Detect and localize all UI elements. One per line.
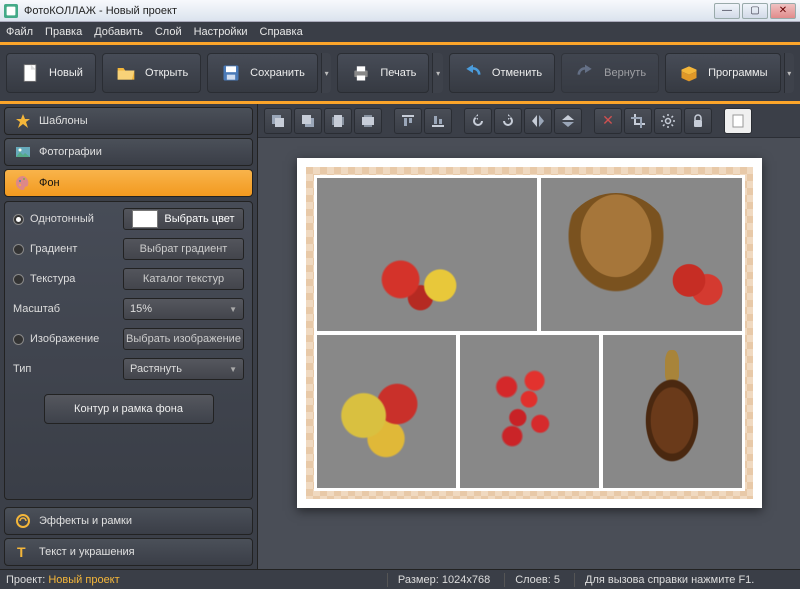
pick-image-button[interactable]: Выбрать изображение — [123, 328, 244, 350]
collage-frame — [306, 167, 753, 499]
star-icon — [15, 113, 31, 129]
delete-button[interactable]: ✕ — [594, 108, 622, 134]
texture-catalog-button[interactable]: Каталог текстур — [123, 268, 244, 290]
sidebar-tab-background[interactable]: Фон — [4, 169, 253, 197]
photo-slot-2[interactable] — [541, 178, 741, 331]
menu-layer[interactable]: Слой — [155, 26, 182, 38]
texture-radio-label[interactable]: Текстура — [13, 273, 113, 285]
photo-icon — [15, 144, 31, 160]
status-project: Проект: Новый проект — [6, 574, 120, 586]
file-icon — [19, 62, 41, 84]
save-dropdown[interactable]: ▾ — [321, 53, 332, 93]
layer-up-button[interactable] — [294, 108, 322, 134]
undo-button[interactable]: Отменить — [449, 53, 555, 93]
maximize-button[interactable]: ▢ — [742, 3, 768, 19]
collage-canvas[interactable] — [297, 158, 762, 508]
menu-file[interactable]: Файл — [6, 26, 33, 38]
photo-slot-4[interactable] — [460, 335, 599, 488]
minimize-button[interactable]: — — [714, 3, 740, 19]
box-icon — [678, 62, 700, 84]
type-label: Тип — [13, 363, 113, 375]
radio-icon — [13, 334, 24, 345]
type-select[interactable]: Растянуть▼ — [123, 358, 244, 380]
print-button[interactable]: Печать — [337, 53, 429, 93]
close-button[interactable]: ✕ — [770, 3, 796, 19]
save-button[interactable]: Сохранить — [207, 53, 318, 93]
gradient-radio-label[interactable]: Градиент — [13, 243, 113, 255]
canvas-area: ✕ — [258, 104, 800, 569]
radio-icon — [13, 274, 24, 285]
photo-slot-1[interactable] — [317, 178, 538, 331]
palette-icon — [15, 175, 31, 191]
chevron-down-icon: ▼ — [229, 365, 237, 374]
scale-label: Масштаб — [13, 303, 113, 315]
settings-button[interactable] — [654, 108, 682, 134]
disk-icon — [220, 62, 242, 84]
text-icon: T — [15, 544, 31, 560]
photo-slot-5[interactable] — [603, 335, 742, 488]
main-toolbar: Новый Открыть Сохранить ▾ Печать ▾ Отмен… — [0, 45, 800, 101]
pick-color-button[interactable]: Выбрать цвет — [123, 208, 244, 230]
menu-edit[interactable]: Правка — [45, 26, 82, 38]
canvas-toolbar: ✕ — [258, 104, 800, 138]
align-bottom-button[interactable] — [424, 108, 452, 134]
status-layers: Слоев: 5 — [504, 573, 560, 587]
radio-icon — [13, 244, 24, 255]
pick-gradient-button[interactable]: Выбрат градиент — [123, 238, 244, 260]
radio-icon — [13, 214, 24, 225]
crop-button[interactable] — [624, 108, 652, 134]
open-button[interactable]: Открыть — [102, 53, 201, 93]
background-panel: Однотонный Выбрать цвет Градиент Выбрат … — [4, 201, 253, 500]
sidebar: Шаблоны Фотографии Фон Однотонный Выбрат… — [0, 104, 258, 569]
flip-h-button[interactable] — [524, 108, 552, 134]
menu-help[interactable]: Справка — [260, 26, 303, 38]
status-help: Для вызова справки нажмите F1. — [574, 573, 794, 587]
fx-icon — [15, 513, 31, 529]
align-top-button[interactable] — [394, 108, 422, 134]
chevron-down-icon: ▼ — [229, 305, 237, 314]
scale-select[interactable]: 15%▼ — [123, 298, 244, 320]
menu-add[interactable]: Добавить — [94, 26, 143, 38]
image-radio-label[interactable]: Изображение — [13, 333, 113, 345]
layer-down-button[interactable] — [264, 108, 292, 134]
sidebar-tab-photos[interactable]: Фотографии — [4, 138, 253, 166]
new-page-button[interactable] — [724, 108, 752, 134]
collage-grid — [314, 175, 745, 491]
canvas-viewport[interactable] — [258, 138, 800, 569]
printer-icon — [350, 62, 372, 84]
status-size: Размер: 1024x768 — [387, 573, 490, 587]
app-icon — [4, 4, 18, 18]
programs-button[interactable]: Программы — [665, 53, 780, 93]
window-title: ФотоКОЛЛАЖ - Новый проект — [24, 5, 177, 17]
sidebar-tab-templates[interactable]: Шаблоны — [4, 107, 253, 135]
sidebar-tab-text[interactable]: TТекст и украшения — [4, 538, 253, 566]
outline-frame-button[interactable]: Контур и рамка фона — [44, 394, 214, 424]
sidebar-tab-effects[interactable]: Эффекты и рамки — [4, 507, 253, 535]
programs-dropdown[interactable]: ▾ — [784, 53, 795, 93]
solid-radio-label[interactable]: Однотонный — [13, 213, 113, 225]
rotate-right-button[interactable] — [494, 108, 522, 134]
menu-settings[interactable]: Настройки — [194, 26, 248, 38]
send-back-button[interactable] — [354, 108, 382, 134]
bring-front-button[interactable] — [324, 108, 352, 134]
flip-v-button[interactable] — [554, 108, 582, 134]
photo-slot-3[interactable] — [317, 335, 456, 488]
print-dropdown[interactable]: ▾ — [432, 53, 443, 93]
rotate-left-button[interactable] — [464, 108, 492, 134]
redo-button[interactable]: Вернуть — [561, 53, 659, 93]
window-titlebar: ФотоКОЛЛАЖ - Новый проект — ▢ ✕ — [0, 0, 800, 22]
folder-icon — [115, 62, 137, 84]
menubar: Файл Правка Добавить Слой Настройки Спра… — [0, 22, 800, 42]
svg-text:T: T — [17, 544, 26, 560]
redo-icon — [574, 62, 596, 84]
undo-icon — [462, 62, 484, 84]
color-swatch — [132, 210, 158, 228]
new-button[interactable]: Новый — [6, 53, 96, 93]
statusbar: Проект: Новый проект Размер: 1024x768 Сл… — [0, 569, 800, 589]
lock-button[interactable] — [684, 108, 712, 134]
